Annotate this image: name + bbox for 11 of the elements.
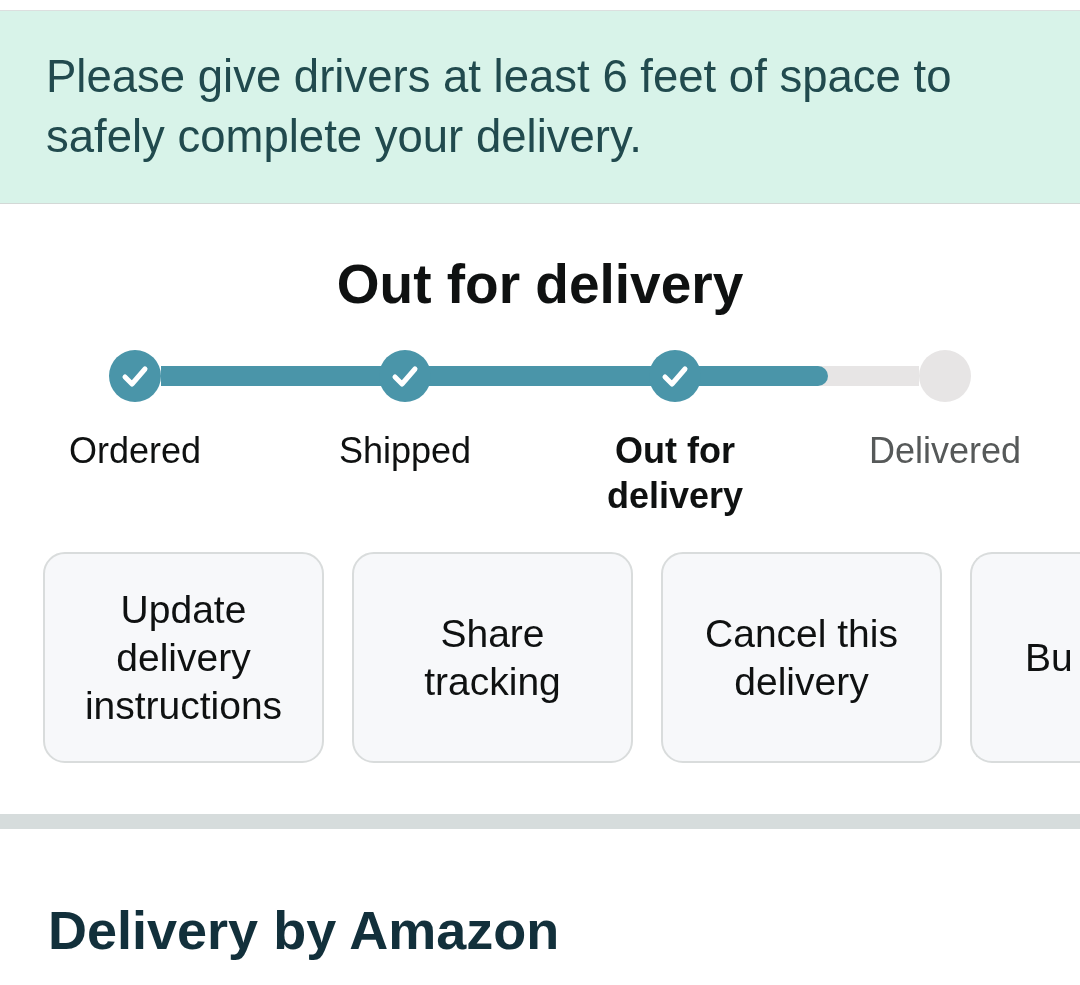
section-heading: Delivery by Amazon: [48, 900, 561, 960]
notice-text: Please give drivers at least 6 feet of space to safely complete your delivery.: [46, 50, 953, 164]
action-button[interactable]: Cancel this delivery: [661, 552, 942, 763]
step-label: Ordered: [68, 429, 202, 473]
step-label: Shipped: [338, 429, 472, 473]
action-button[interactable]: Update delivery instructions: [43, 552, 324, 763]
action-button[interactable]: Bu: [970, 552, 1080, 763]
step-label: Delivered: [868, 429, 1022, 473]
action-button[interactable]: Share tracking: [352, 552, 633, 763]
status-title: Out for delivery: [335, 252, 745, 316]
step-label: Out for delivery: [605, 429, 745, 518]
